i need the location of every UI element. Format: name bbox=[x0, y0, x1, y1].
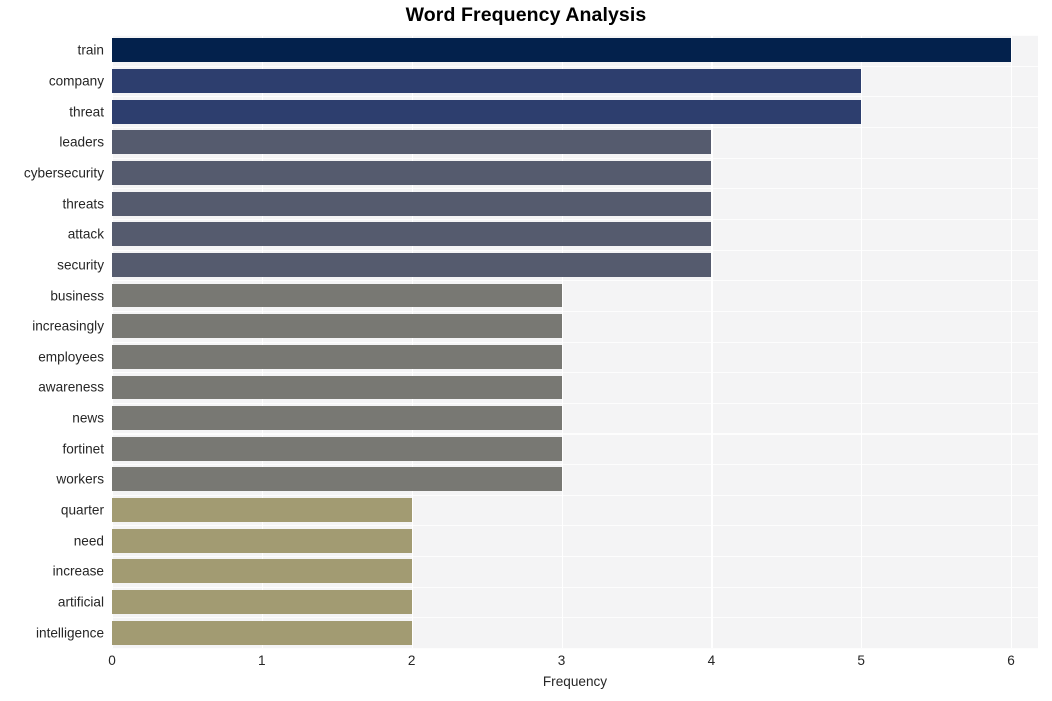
y-tick-label: company bbox=[48, 73, 104, 89]
plot-area bbox=[112, 35, 1038, 650]
bar bbox=[112, 344, 562, 369]
bar bbox=[112, 283, 562, 308]
bar bbox=[112, 314, 562, 339]
bar bbox=[112, 130, 712, 155]
y-tick-label: cybersecurity bbox=[23, 165, 104, 181]
y-tick-label: threats bbox=[62, 196, 104, 212]
y-tick-label: intelligence bbox=[35, 625, 104, 641]
bar bbox=[112, 99, 862, 124]
bar bbox=[112, 590, 412, 614]
bar bbox=[112, 498, 412, 523]
word-frequency-chart-figure: Word Frequency Analysis train company thre… bbox=[0, 0, 1052, 701]
x-tick-label: 2 bbox=[407, 653, 416, 668]
bar bbox=[112, 38, 1012, 63]
bar bbox=[112, 69, 862, 93]
bar-series bbox=[112, 35, 1038, 648]
y-tick-label: business bbox=[50, 288, 104, 304]
x-tick-label: 4 bbox=[707, 653, 716, 668]
bar bbox=[112, 620, 412, 645]
y-tick-label: fortinet bbox=[62, 441, 104, 457]
y-tick-label: news bbox=[72, 410, 104, 426]
y-tick-label: security bbox=[57, 257, 104, 273]
bar bbox=[112, 222, 712, 247]
y-tick-label: quarter bbox=[60, 502, 104, 518]
y-tick-label: workers bbox=[56, 471, 104, 487]
bar bbox=[112, 406, 562, 431]
y-axis-tick-labels: train company threat leaders cybersecurity th… bbox=[0, 35, 104, 648]
x-tick-label: 0 bbox=[108, 653, 116, 668]
bar bbox=[112, 528, 412, 553]
y-tick-label: need bbox=[73, 533, 104, 549]
x-axis-tick-labels: 0 1 2 3 4 5 6 bbox=[108, 653, 1038, 675]
y-tick-label: awareness bbox=[38, 379, 104, 395]
x-tick-label: 3 bbox=[557, 653, 566, 668]
bar bbox=[112, 467, 562, 492]
x-tick-label: 6 bbox=[1007, 653, 1015, 668]
y-tick-label: increasingly bbox=[32, 318, 104, 334]
y-tick-label: attack bbox=[67, 226, 104, 242]
y-tick-label: leaders bbox=[59, 134, 104, 150]
bar bbox=[112, 252, 712, 277]
x-axis-title: Frequency bbox=[542, 674, 608, 689]
bar bbox=[112, 559, 412, 584]
bar bbox=[112, 436, 562, 461]
x-tick-label: 1 bbox=[258, 653, 266, 668]
bar bbox=[112, 375, 562, 400]
y-tick-label: train bbox=[77, 42, 104, 58]
y-tick-label: increase bbox=[52, 563, 104, 579]
y-tick-label: threat bbox=[69, 104, 104, 120]
x-tick-label: 5 bbox=[857, 653, 865, 668]
y-gridline bbox=[112, 648, 1038, 650]
bar bbox=[112, 191, 712, 216]
y-tick-label: employees bbox=[38, 349, 104, 365]
chart-title: Word Frequency Analysis bbox=[405, 4, 647, 26]
bar bbox=[112, 160, 712, 185]
y-tick-label: artificial bbox=[57, 594, 104, 610]
